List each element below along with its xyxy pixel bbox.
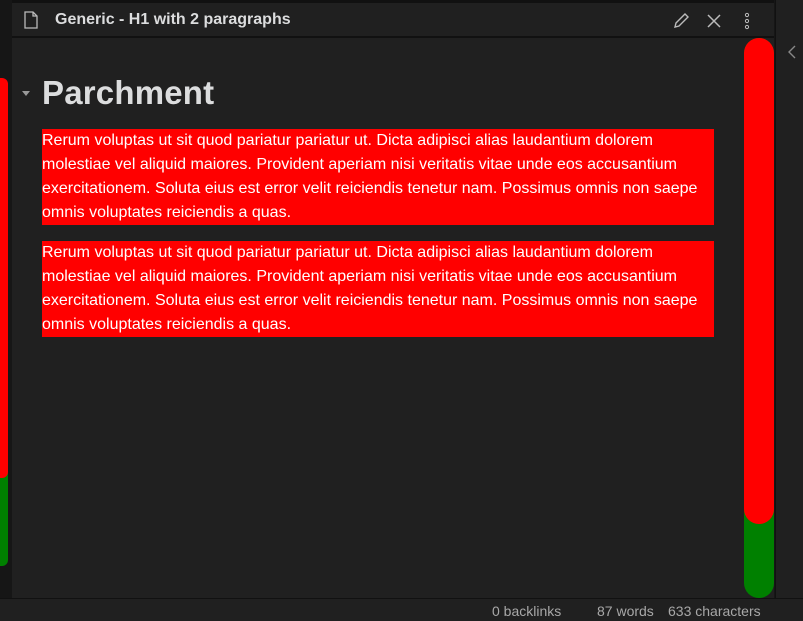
- more-vertical-icon: [744, 12, 750, 30]
- more-options-button[interactable]: [737, 11, 757, 31]
- collapse-heading-arrow-icon[interactable]: [22, 91, 30, 96]
- chevron-left-icon[interactable]: [787, 44, 797, 60]
- pane-header: Generic - H1 with 2 paragraphs: [12, 0, 774, 38]
- paragraph: Rerum voluptas ut sit quod pariatur pari…: [42, 129, 714, 225]
- file-icon: [24, 11, 38, 29]
- close-icon: [707, 14, 721, 28]
- document-content[interactable]: Parchment Rerum voluptas ut sit quod par…: [12, 40, 742, 598]
- left-scroll-indicator-green: [0, 468, 8, 566]
- close-button[interactable]: [704, 11, 724, 31]
- editor-pane: Generic - H1 with 2 paragraphs Parchment…: [12, 0, 774, 598]
- app-window: Generic - H1 with 2 paragraphs Parchment…: [0, 0, 803, 621]
- right-sidebar-strip: [775, 0, 803, 598]
- document-heading: Parchment: [42, 74, 215, 111]
- pane-title: Generic - H1 with 2 paragraphs: [55, 11, 291, 28]
- status-character-count: 633 characters: [668, 603, 761, 619]
- paragraph: Rerum voluptas ut sit quod pariatur pari…: [42, 241, 714, 337]
- left-scroll-indicator-red: [0, 78, 8, 478]
- status-bar: 0 backlinks 87 words 633 characters: [0, 598, 803, 621]
- scrollbar-thumb-red[interactable]: [744, 38, 774, 524]
- edit-button[interactable]: [671, 11, 691, 31]
- pencil-icon: [674, 13, 689, 28]
- status-word-count: 87 words: [597, 603, 654, 619]
- status-backlinks[interactable]: 0 backlinks: [492, 603, 561, 619]
